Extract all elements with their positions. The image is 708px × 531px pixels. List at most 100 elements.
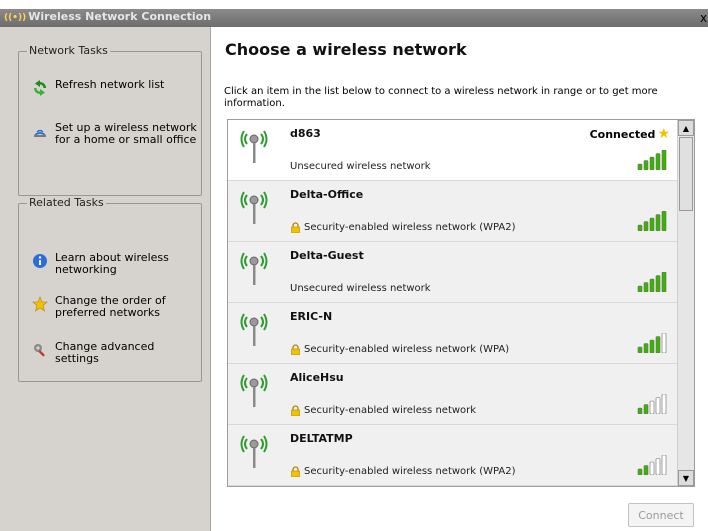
network-name: d863 (290, 127, 321, 140)
connected-status-text: Connected (589, 128, 656, 141)
refresh-icon (29, 79, 51, 97)
signal-bar (661, 455, 667, 475)
security-type: Security-enabled wireless network (WPA) (290, 344, 509, 355)
signal-strength-icon (637, 333, 667, 353)
security-type-text: Unsecured wireless network (290, 161, 431, 172)
signal-strength-icon (637, 211, 667, 231)
connect-button[interactable]: Connect (628, 503, 694, 527)
page-description: Click an item in the list below to conne… (224, 86, 658, 109)
change-advanced-settings-link[interactable]: Change advanced settings (29, 341, 197, 365)
signal-bar (643, 282, 649, 292)
lock-icon (291, 405, 300, 416)
network-item[interactable]: Delta-Guest Unsecured wireless network (228, 242, 678, 303)
signal-bar (649, 156, 655, 170)
security-type-text: Security-enabled wireless network (WPA2) (304, 466, 516, 477)
network-name: ERIC-N (290, 310, 333, 323)
related-tasks-group: Related Tasks Learn about wireless netwo… (18, 196, 202, 382)
signal-bar (649, 278, 655, 292)
signal-bar (649, 461, 655, 475)
signal-bar (655, 275, 661, 292)
signal-bar (643, 221, 649, 231)
signal-bar (637, 163, 643, 170)
wireless-antenna-icon (240, 313, 268, 346)
signal-bar (655, 153, 661, 170)
security-type: Security-enabled wireless network (290, 405, 476, 416)
refresh-network-list-link[interactable]: Refresh network list (29, 79, 164, 97)
star-icon (29, 295, 51, 313)
security-type: Security-enabled wireless network (WPA2) (290, 222, 516, 233)
network-name: Delta-Office (290, 188, 364, 201)
scroll-thumb[interactable] (679, 137, 693, 211)
setup-wireless-network-label: Set up a wireless network for a home or … (55, 121, 197, 146)
setup-wireless-network-link[interactable]: Set up a wireless network for a home or … (29, 122, 197, 146)
network-name: Delta-Guest (290, 249, 364, 262)
left-pane: Network Tasks Refresh network list Set u… (0, 27, 211, 531)
signal-bar (643, 343, 649, 353)
change-order-link[interactable]: Change the order of preferred networks (29, 295, 197, 319)
wireless-antenna-icon (240, 374, 268, 407)
network-list[interactable]: d863 Connected ★ Unsecured wireless network… (227, 119, 695, 487)
wireless-antenna-icon (240, 252, 268, 285)
wireless-title-icon: ((•)) (4, 13, 27, 23)
signal-strength-icon (637, 455, 667, 475)
lock-icon (291, 466, 300, 477)
setup-network-icon (29, 122, 51, 140)
preferred-star-icon: ★ (657, 126, 670, 142)
network-item[interactable]: DELTATMP Security-enabled wireless networ… (228, 425, 678, 486)
signal-bar (655, 397, 661, 414)
signal-bar (637, 224, 643, 231)
signal-bar (655, 214, 661, 231)
window-title-text: Wireless Network Connection (28, 10, 212, 23)
security-type-text: Security-enabled wireless network (WPA) (304, 344, 510, 355)
wireless-antenna-icon (240, 191, 268, 224)
network-name: DELTATMP (290, 432, 353, 445)
security-type-text: Security-enabled wireless network (WPA2) (304, 222, 516, 233)
info-icon (29, 252, 51, 270)
signal-bar (643, 160, 649, 170)
security-type-text: Security-enabled wireless network (304, 405, 477, 416)
security-type-text: Unsecured wireless network (290, 283, 431, 294)
signal-strength-icon (637, 150, 667, 170)
learn-wireless-label: Learn about wireless networking (55, 251, 169, 276)
lock-icon (291, 344, 300, 355)
signal-strength-icon (637, 272, 667, 292)
page-title: Choose a wireless network (225, 40, 467, 59)
close-button[interactable]: x (700, 9, 708, 27)
signal-bar (649, 339, 655, 353)
signal-bar (649, 400, 655, 414)
scrollbar[interactable]: ▲ ▼ (677, 120, 694, 486)
main-pane: Choose a wireless network Click an item … (211, 27, 708, 531)
signal-bar (643, 404, 649, 414)
network-tasks-group: Network Tasks Refresh network list Set u… (18, 44, 202, 196)
wireless-antenna-icon (240, 130, 268, 163)
network-item[interactable]: Delta-Office Security-enabled wireless ne… (228, 181, 678, 242)
signal-bar (661, 150, 667, 170)
window-title: ((•)) Wireless Network Connection (4, 10, 211, 23)
signal-bar (661, 333, 667, 353)
network-item[interactable]: AliceHsu Security-enabled wireless networ… (228, 364, 678, 425)
signal-bar (637, 468, 643, 475)
learn-wireless-link[interactable]: Learn about wireless networking (29, 252, 197, 276)
network-item[interactable]: ERIC-N Security-enabled wireless network … (228, 303, 678, 364)
signal-bar (643, 465, 649, 475)
dialog-window: Network Tasks Refresh network list Set u… (0, 27, 708, 531)
signal-bar (661, 394, 667, 414)
signal-bar (655, 458, 661, 475)
connected-status: Connected ★ (590, 126, 670, 142)
scroll-down-button[interactable]: ▼ (678, 470, 694, 486)
change-order-label: Change the order of preferred networks (55, 294, 166, 319)
settings-icon (29, 341, 51, 359)
network-name: AliceHsu (290, 371, 344, 384)
network-item[interactable]: d863 Connected ★ Unsecured wireless network (228, 120, 678, 181)
lock-icon (291, 222, 300, 233)
wireless-antenna-icon (240, 435, 268, 468)
security-type: Unsecured wireless network (290, 283, 431, 294)
signal-bar (637, 346, 643, 353)
scroll-up-button[interactable]: ▲ (678, 120, 694, 136)
security-type: Security-enabled wireless network (WPA2) (290, 466, 516, 477)
change-advanced-settings-label: Change advanced settings (55, 340, 155, 365)
signal-bar (655, 336, 661, 353)
signal-strength-icon (637, 394, 667, 414)
network-tasks-title: Network Tasks (27, 44, 110, 57)
signal-bar (649, 217, 655, 231)
